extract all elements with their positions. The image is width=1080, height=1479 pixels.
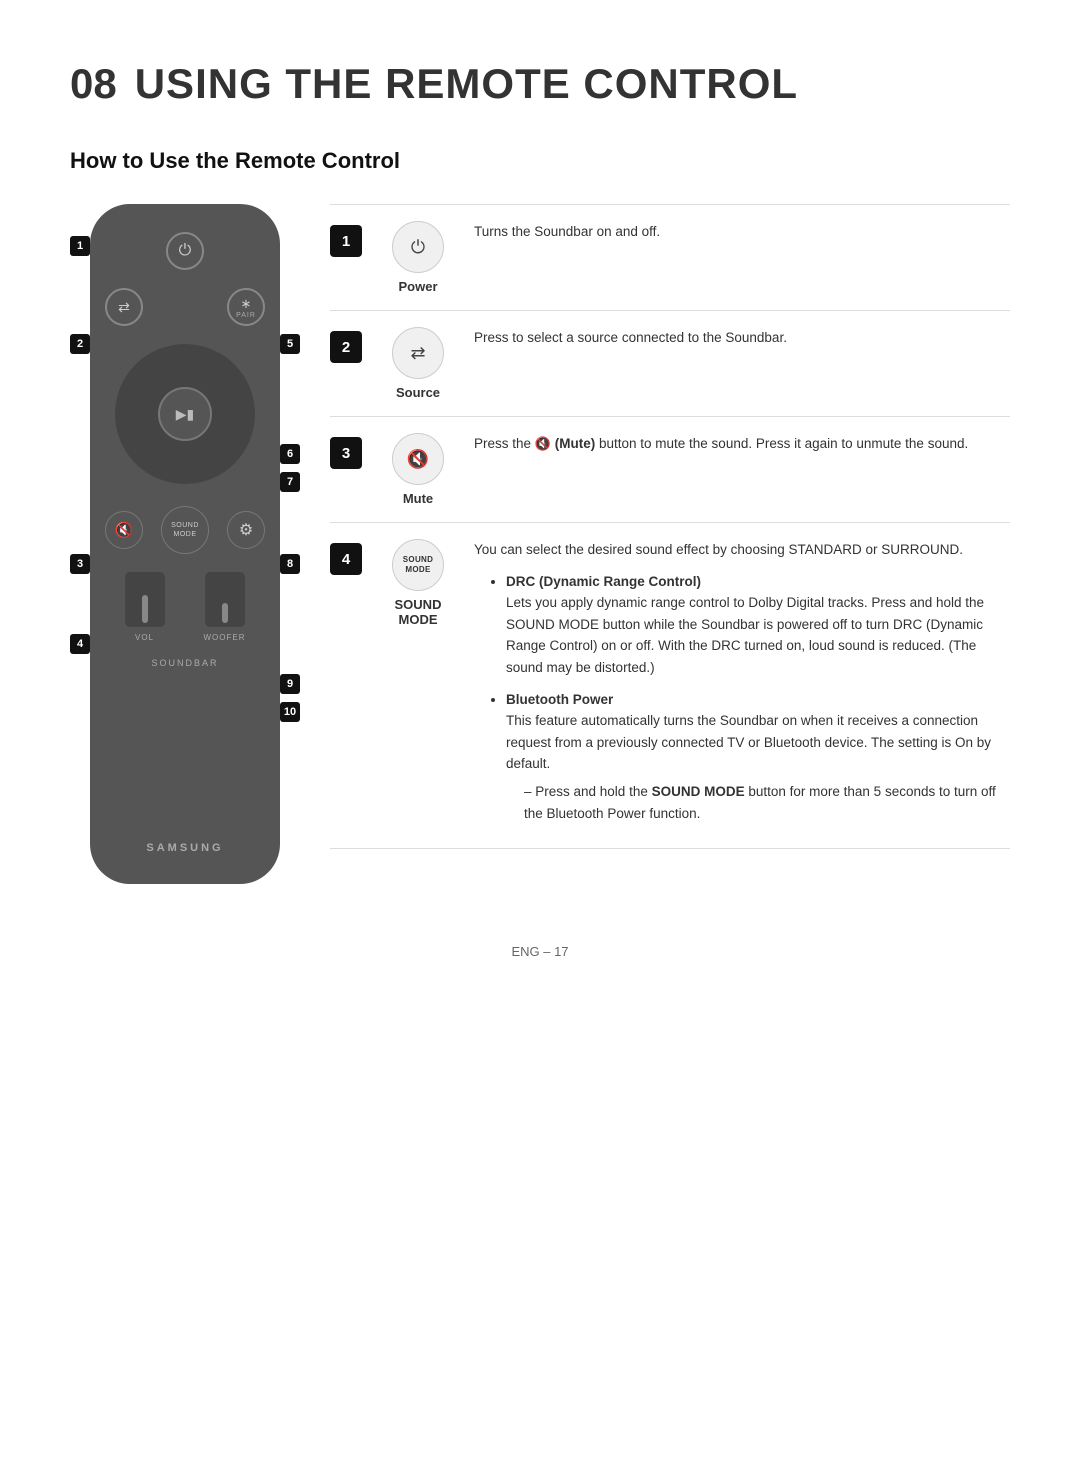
page-footer: ENG – 17 [70,944,1010,959]
ctrl-num-1: 1 [330,225,362,257]
ctrl-num-4: 4 [330,543,362,575]
remote-badge-3: 3 [70,554,90,574]
controls-table: 1 ⏻ Power Turns the Soundbar on and off.… [330,204,1010,849]
ctrl-desc-mute: Press the 🔇 (Mute) button to mute the so… [474,433,1010,455]
ctrl-icon-col-power: ⏻ Power [378,221,458,294]
source-icon-label: Source [396,385,440,400]
page-title: 08USING THE REMOTE CONTROL [70,60,1010,108]
control-row-soundmode: 4 SOUNDMODE SOUND MODE You can select th… [330,522,1010,849]
section-title: How to Use the Remote Control [70,148,1010,174]
ctrl-desc-power: Turns the Soundbar on and off. [474,221,1010,243]
ctrl-desc-soundmode: You can select the desired sound effect … [474,539,1010,832]
vol-woofer-area: VOL WOOFER [105,572,265,642]
mute-button-remote: 🔇 [105,511,143,549]
remote-badge-10: 10 [280,702,300,722]
control-row-mute: 3 🔇 Mute Press the 🔇 (Mute) button to mu… [330,416,1010,522]
remote-badge-2: 2 [70,334,90,354]
ctrl-icon-col-source: ⇄ Source [378,327,458,400]
mute-icon: 🔇 [392,433,444,485]
control-row-power: 1 ⏻ Power Turns the Soundbar on and off. [330,204,1010,310]
soundmode-icon: SOUNDMODE [392,539,444,591]
remote-control-diagram: 1 2 5 6 7 3 8 4 9 10 ⏻ [70,204,300,884]
remote-badge-8: 8 [280,554,300,574]
power-button-remote: ⏻ [166,232,204,270]
remote-badge-1: 1 [70,236,90,256]
power-icon: ⏻ [392,221,444,273]
dpad: ▶▮ [115,344,255,484]
ctrl-desc-source: Press to select a source connected to th… [474,327,1010,349]
samsung-label: SAMSUNG [146,842,223,854]
remote-badge-5: 5 [280,334,300,354]
remote-body: ⏻ ⇄ ∗ PAIR ▶▮ 🔇 [90,204,280,884]
source-icon: ⇄ [392,327,444,379]
soundmode-icon-label: SOUND MODE [378,597,458,627]
control-row-source: 2 ⇄ Source Press to select a source conn… [330,310,1010,416]
mute-icon-label: Mute [403,491,433,506]
ctrl-icon-col-soundmode: SOUNDMODE SOUND MODE [378,539,458,627]
ctrl-num-2: 2 [330,331,362,363]
dpad-center: ▶▮ [158,387,212,441]
remote-badge-9: 9 [280,674,300,694]
sound-mode-button-remote: SOUNDMODE [161,506,209,554]
remote-badge-4: 4 [70,634,90,654]
ctrl-icon-col-mute: 🔇 Mute [378,433,458,506]
woofer-label: WOOFER [204,633,246,642]
vol-label: VOL [135,633,154,642]
power-icon-label: Power [398,279,437,294]
ctrl-num-3: 3 [330,437,362,469]
bluetooth-button-remote: ∗ PAIR [227,288,265,326]
source-button-remote: ⇄ [105,288,143,326]
gear-button-remote: ⚙ [227,511,265,549]
remote-badge-7: 7 [280,472,300,492]
soundbar-label: SOUNDBAR [151,658,218,668]
remote-badge-6: 6 [280,444,300,464]
